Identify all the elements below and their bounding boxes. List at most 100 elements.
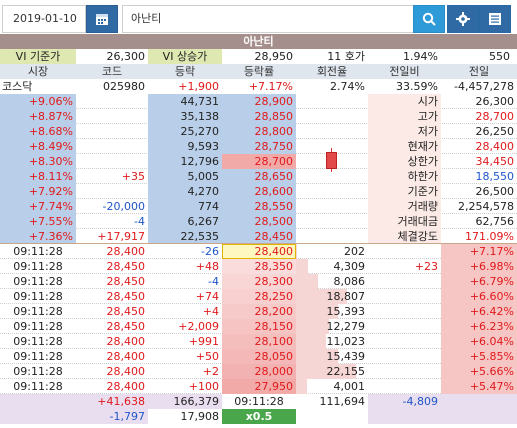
bid-qty: 18,807 — [326, 290, 366, 303]
ask-qty: 9,593 — [148, 139, 222, 154]
stat-label: 거래량 — [368, 199, 441, 214]
stat-label: 거래대금 — [368, 214, 441, 229]
bid-diff — [368, 289, 441, 304]
trade-change: +2,009 — [178, 320, 219, 333]
search-icon — [422, 12, 436, 26]
header-rate: 등락률 — [222, 64, 296, 79]
stat-value: 62,756 — [475, 215, 515, 228]
totals-time: 09:11:28 — [222, 394, 296, 409]
bid-pct: +5.47% — [441, 379, 517, 394]
header-change: 등락 — [148, 64, 222, 79]
bid-qty-cell: 8,086 — [296, 274, 368, 289]
search-button[interactable] — [413, 5, 445, 33]
trade-change: +100 — [188, 380, 219, 393]
ask-price: 28,500 — [222, 214, 296, 229]
totals-row-2: -1,797 17,908 x0.5 — [0, 409, 517, 424]
stat-value: 26,500 — [475, 185, 515, 198]
calendar-button[interactable] — [86, 5, 118, 33]
prev-value: -4,457,278 — [454, 80, 514, 93]
ask-price: 28,550 — [222, 199, 296, 214]
bid-pct: +6.23% — [441, 319, 517, 334]
stat-value: 28,700 — [475, 110, 515, 123]
ask-pct: +8.87% — [0, 109, 76, 124]
header-prev: 전일 — [441, 64, 517, 79]
ask-diff — [76, 94, 148, 109]
trade-price: 28,450 — [106, 320, 146, 333]
stat-row: 현재가 28,400 — [368, 139, 517, 154]
bid-row[interactable]: 09:11:28 28,400 +991 28,100 11,023 +6.04% — [0, 334, 517, 349]
trade-change: +48 — [195, 260, 219, 273]
date-field[interactable]: 2019-01-10 — [2, 5, 86, 33]
header-market: 시장 — [0, 64, 76, 79]
stat-label: 저가 — [368, 124, 441, 139]
ask-pct: +7.92% — [0, 184, 76, 199]
stock-name-input[interactable]: 아난티 — [122, 5, 414, 33]
bid-row[interactable]: 09:11:28 28,400 -26 28,400 202 +7.17% — [0, 244, 517, 259]
bid-qty-cell: 12,279 — [296, 319, 368, 334]
trade-change: +74 — [195, 290, 219, 303]
list-button[interactable] — [479, 5, 511, 33]
ask-pct: +7.55% — [0, 214, 76, 229]
trade-change: +991 — [188, 335, 219, 348]
ask-qty: 44,731 — [148, 94, 222, 109]
bid-qty: 4,309 — [333, 260, 366, 273]
speed-button[interactable]: x0.5 — [222, 409, 296, 424]
bid-row[interactable]: 09:11:28 28,450 +74 28,250 18,807 +6.60% — [0, 289, 517, 304]
bid-diff — [368, 334, 441, 349]
trade-volume: 17,908 — [148, 409, 222, 424]
bid-qty-cell: 11,023 — [296, 334, 368, 349]
bid-price: 28,350 — [222, 259, 296, 274]
bid-diff — [368, 379, 441, 394]
ask-price: 28,600 — [222, 184, 296, 199]
stat-row: 고가 28,700 — [368, 109, 517, 124]
bid-row[interactable]: 09:11:28 28,400 +50 28,050 15,439 +5.85% — [0, 349, 517, 364]
trade-price: 28,450 — [106, 305, 146, 318]
stat-label: 현재가 — [368, 139, 441, 154]
stat-label: 시가 — [368, 94, 441, 109]
bid-pct: +6.98% — [441, 259, 517, 274]
trade-price: 28,400 — [106, 335, 146, 348]
ask-price: 28,900 — [222, 94, 296, 109]
bid-price: 28,050 — [222, 349, 296, 364]
ask-qty: 22,535 — [148, 229, 222, 244]
ask-pct: +7.36% — [0, 229, 76, 244]
stat-row: 상한가 34,450 — [368, 154, 517, 169]
bid-qty: 11,023 — [326, 335, 366, 348]
ask-price: 28,750 — [222, 139, 296, 154]
bid-row[interactable]: 09:11:28 28,450 +2,009 28,150 12,279 +6.23% — [0, 319, 517, 334]
vi-base-value: 26,300 — [106, 50, 146, 63]
bid-diff — [368, 319, 441, 334]
bid-pct: +5.85% — [441, 349, 517, 364]
vi-hoga: 11 호가 — [327, 50, 365, 63]
trade-time: 09:11:28 — [13, 350, 63, 363]
bid-row[interactable]: 09:11:28 28,400 +100 27,950 4,001 +5.47% — [0, 379, 517, 394]
ask-diff — [76, 139, 148, 154]
bid-price: 28,250 — [222, 289, 296, 304]
settings-button[interactable] — [447, 5, 479, 33]
stat-row: 거래량 2,254,578 — [368, 199, 517, 214]
stat-value: 28,400 — [475, 140, 515, 153]
trade-time: 09:11:28 — [13, 335, 63, 348]
bid-row[interactable]: 09:11:28 28,400 +2 28,000 22,155 +5.66% — [0, 364, 517, 379]
ask-pct: +9.06% — [0, 94, 76, 109]
trade-price: 28,450 — [106, 260, 146, 273]
stat-label: 상한가 — [368, 154, 441, 169]
bid-diff — [368, 364, 441, 379]
bid-row[interactable]: 09:11:28 28,450 -4 28,300 8,086 +6.79% — [0, 274, 517, 289]
bid-row[interactable]: 09:11:28 28,450 +4 28,200 15,393 +6.42% — [0, 304, 517, 319]
stock-title: 아난티 — [0, 34, 517, 49]
bid-diff — [368, 274, 441, 289]
bid-row[interactable]: 09:11:28 28,450 +48 28,350 4,309 +23 +6.98% — [0, 259, 517, 274]
trade-price: 28,450 — [106, 290, 146, 303]
ask-diff: +35 — [121, 170, 145, 183]
vi-right-value: 550 — [489, 50, 510, 63]
trade-price: 28,400 — [106, 245, 146, 258]
trade-price: 28,400 — [106, 350, 146, 363]
stat-row: 기준가 26,500 — [368, 184, 517, 199]
bid-qty-cell: 15,393 — [296, 304, 368, 319]
bid-qty-cell: 18,807 — [296, 289, 368, 304]
trade-time: 09:11:28 — [13, 320, 63, 333]
bid-pct: +6.42% — [441, 304, 517, 319]
stat-value: 18,550 — [475, 170, 515, 183]
vi-upper-value: 28,950 — [254, 50, 294, 63]
